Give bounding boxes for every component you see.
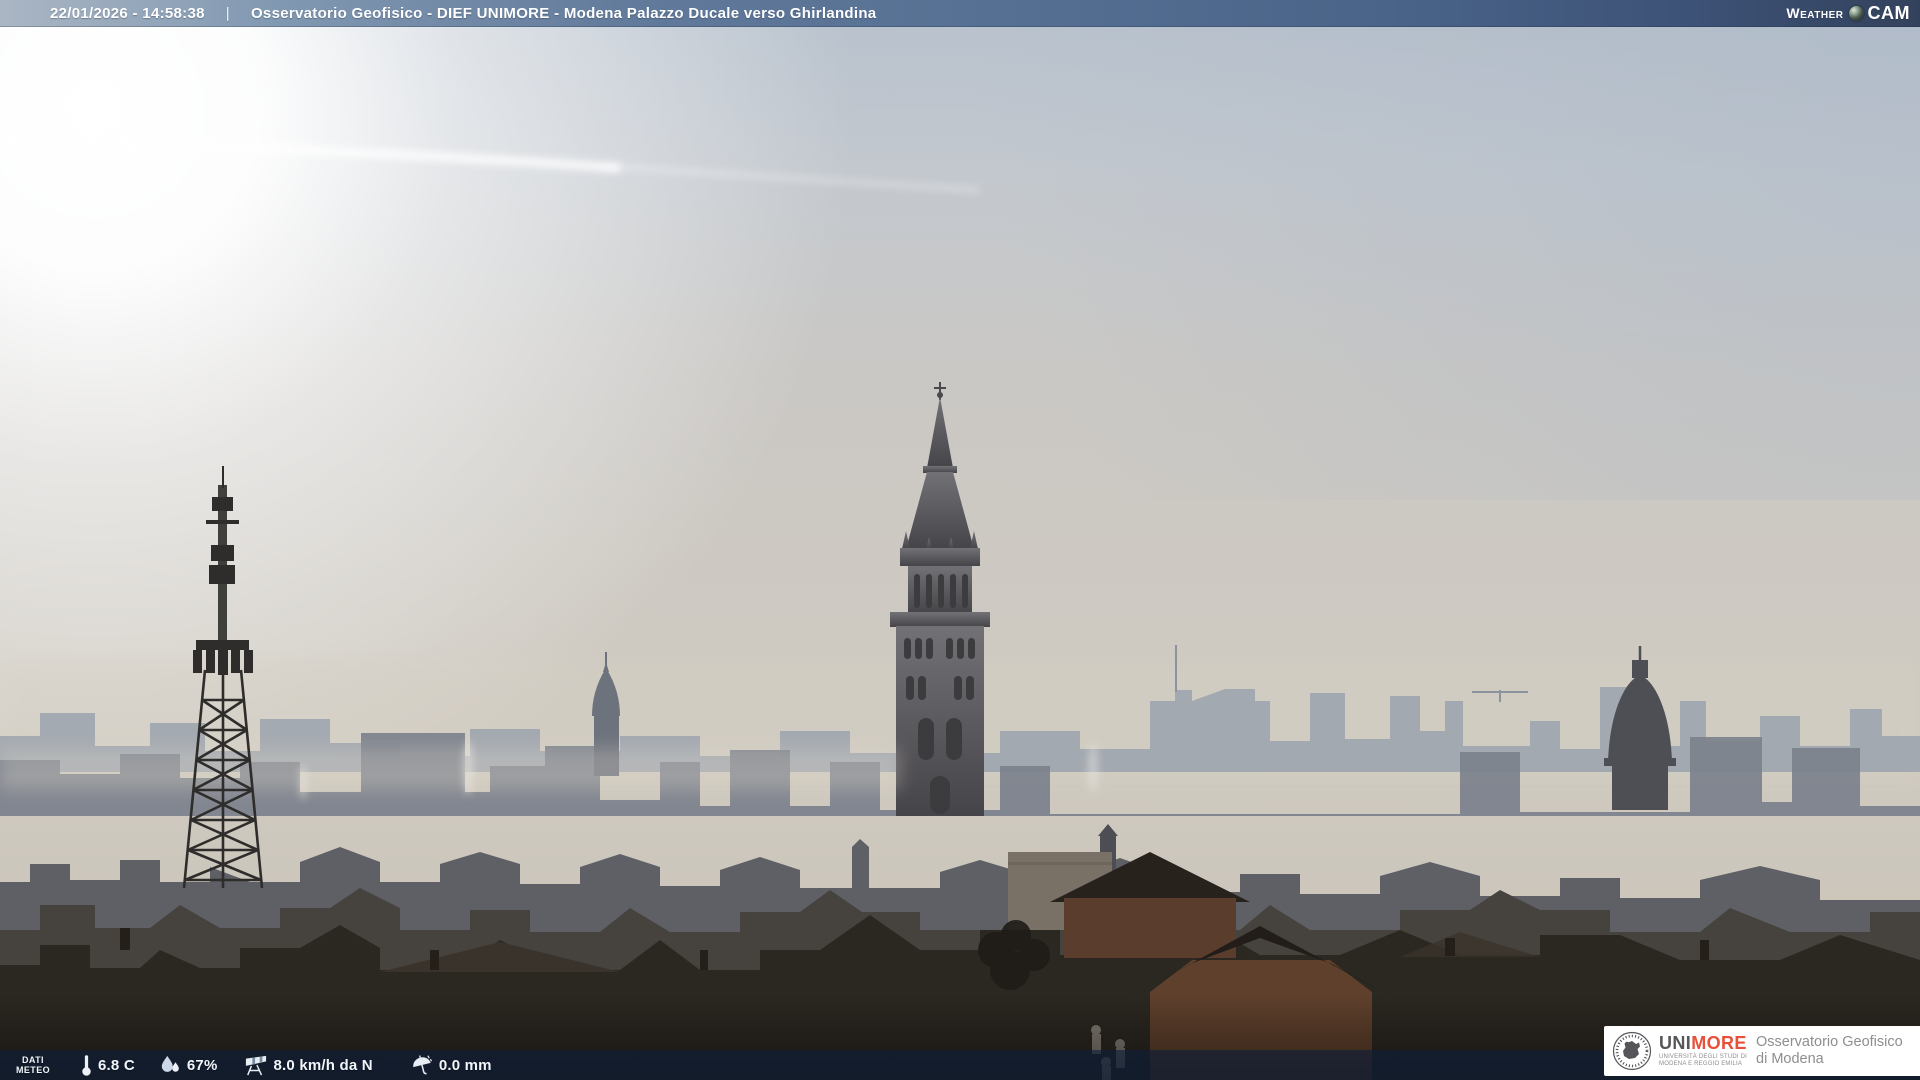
unimore-seal-icon — [1612, 1031, 1652, 1071]
camera-title: Osservatorio Geofisico - DIEF UNIMORE - … — [250, 4, 877, 22]
windsock-icon — [245, 1055, 266, 1076]
weathercam-logo[interactable]: Weather CAM — [1786, 3, 1920, 24]
weathercam-word-weather: Weather — [1786, 5, 1844, 21]
rain-metric: 0.0 mm — [411, 1054, 492, 1076]
meteo-data-label: DATI METEO — [16, 1055, 51, 1075]
webcam-frame: 22/01/2026 - 14:58:38 | Osservatorio Geo… — [0, 0, 1920, 1080]
water-drops-icon — [161, 1055, 179, 1072]
temperature-value: 6.8 C — [98, 1056, 135, 1074]
rain-value: 0.0 mm — [438, 1056, 492, 1074]
thermometer-icon — [82, 1055, 91, 1076]
unimore-subtitle: UNIVERSITÀ DEGLI STUDI DI MODENA E REGGI… — [1659, 1054, 1748, 1067]
separator: | — [225, 4, 230, 22]
unimore-logotype: UNIMORE UNIVERSITÀ DEGLI STUDI DI MODENA… — [1659, 1034, 1747, 1068]
unimore-logo-card[interactable]: UNIMORE UNIVERSITÀ DEGLI STUDI DI MODENA… — [1604, 1026, 1920, 1076]
umbrella-rain-icon — [413, 1055, 432, 1075]
webcam-photo — [0, 0, 1920, 1080]
wind-value: 8.0 km/h da N — [273, 1056, 373, 1074]
wind-metric: 8.0 km/h da N — [244, 1054, 373, 1076]
humidity-metric: 67% — [159, 1055, 218, 1075]
unimore-word-more: MORE — [1691, 1033, 1747, 1053]
timestamp: 22/01/2026 - 14:58:38 — [50, 4, 205, 22]
camera-lens-icon — [1848, 5, 1864, 21]
observatory-name: Osservatorio Geofisico di Modena — [1756, 1034, 1903, 1067]
temperature-metric: 6.8 C — [80, 1053, 135, 1077]
weathercam-word-cam: CAM — [1867, 2, 1910, 23]
humidity-value: 67% — [186, 1056, 218, 1074]
unimore-word-uni: UNI — [1659, 1033, 1692, 1053]
top-bar: 22/01/2026 - 14:58:38 | Osservatorio Geo… — [0, 0, 1920, 27]
